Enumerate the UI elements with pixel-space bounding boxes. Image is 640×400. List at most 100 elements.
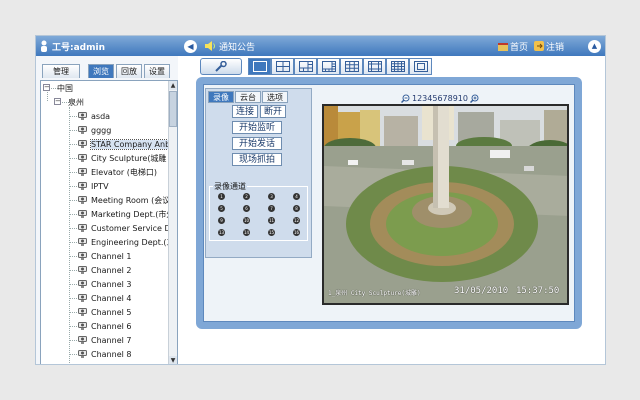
tree-item[interactable]: Channel 5: [78, 305, 131, 319]
collapse-top-button[interactable]: ▲: [588, 39, 601, 53]
record-channel-label: 11: [268, 218, 275, 223]
record-channel-checkbox[interactable]: 4: [293, 193, 300, 200]
tree-item[interactable]: Engineering Dept.(工: [78, 235, 175, 249]
camera-icon: [78, 224, 87, 232]
collapse-left-button[interactable]: ◀: [184, 40, 197, 53]
scroll-down-arrow[interactable]: ▼: [169, 356, 177, 364]
tree-item-label: Elevator (电梯口): [91, 167, 157, 177]
layout-13-button[interactable]: [363, 58, 386, 75]
tab-ptz[interactable]: 云台: [235, 91, 261, 103]
record-channel-checkbox[interactable]: 16: [293, 229, 300, 236]
tree-item[interactable]: Customer Service De: [78, 221, 176, 235]
tools-button[interactable]: [200, 58, 242, 75]
tree-item[interactable]: Channel 1: [78, 249, 131, 263]
tree-item-label: Meeting Room (会议: [91, 195, 171, 205]
tree-item-label: Channel 8: [91, 349, 132, 359]
record-channel-checkbox[interactable]: 13: [218, 229, 225, 236]
record-channel-checkbox[interactable]: 7: [268, 205, 275, 212]
record-channel-checkbox[interactable]: 9: [218, 217, 225, 224]
record-channel-checkbox[interactable]: 15: [268, 229, 275, 236]
tree-node-label: 泉州: [68, 97, 84, 107]
tree-item-label: City Sculpture(城雕: [91, 153, 167, 163]
record-channel-checkbox[interactable]: 6: [243, 205, 250, 212]
camera-icon: [78, 168, 87, 176]
tree-item[interactable]: Meeting Room (会议: [78, 193, 170, 207]
fullscreen-button[interactable]: [409, 58, 432, 75]
tree-item[interactable]: asda: [78, 109, 110, 123]
record-channel-label: 1: [220, 194, 223, 199]
tree-node-root[interactable]: 中国: [57, 81, 73, 95]
tree-item[interactable]: Marketing Dept.(市外: [78, 207, 174, 221]
tree-item[interactable]: Elevator (电梯口): [78, 165, 157, 179]
capture-button[interactable]: 现场抓拍: [232, 153, 282, 166]
tree-item[interactable]: Channel 6: [78, 319, 131, 333]
tab-settings[interactable]: 设置: [144, 64, 170, 78]
tree-item[interactable]: City Sculpture(城雕: [78, 151, 166, 165]
zoom-out-icon[interactable]: [401, 94, 410, 103]
record-channel-label: 6: [245, 206, 248, 211]
camera-icon: [78, 196, 87, 204]
scroll-up-arrow[interactable]: ▲: [169, 81, 177, 90]
layout-16-button[interactable]: [386, 58, 409, 75]
record-channel-checkbox[interactable]: 11: [268, 217, 275, 224]
record-channels-group: 录像通道 1 2 3 4 5 6 7 8 9 10 11 12 13 14 15 16: [209, 181, 308, 241]
start-talk-button[interactable]: 开始发话: [232, 137, 282, 150]
left-panel: 管理 浏览 回放 设置 − 中国 − 泉州 asda gggg STAR Compa…: [36, 56, 178, 364]
tree-item[interactable]: Channel 8: [78, 347, 131, 361]
tree-item[interactable]: gggg: [78, 123, 111, 137]
camera-icon: [78, 336, 87, 344]
expand-root-toggle[interactable]: −: [43, 84, 50, 91]
tree-item[interactable]: IPTV: [78, 179, 109, 193]
zoom-in-icon[interactable]: [470, 94, 479, 103]
layout-13-icon: [367, 61, 382, 72]
connect-button[interactable]: 连接: [232, 105, 258, 118]
tab-manage[interactable]: 管理: [42, 64, 80, 78]
start-monitor-button[interactable]: 开始监听: [232, 121, 282, 134]
video-view[interactable]: 1_泉州 City Sculpture(城雕) 31/05/2010 15:37…: [322, 104, 569, 305]
disconnect-button[interactable]: 断开: [260, 105, 286, 118]
record-channel-checkbox[interactable]: 2: [243, 193, 250, 200]
layout-6-button[interactable]: [294, 58, 317, 75]
expand-city-toggle[interactable]: −: [54, 98, 61, 105]
record-channel-checkbox[interactable]: 12: [293, 217, 300, 224]
tree-item[interactable]: Channel 2: [78, 263, 131, 277]
record-channel-checkbox[interactable]: 5: [218, 205, 225, 212]
scroll-thumb[interactable]: [169, 91, 177, 127]
layout-9-icon: [344, 61, 359, 72]
layout-toolbar: [200, 58, 432, 76]
tab-playback[interactable]: 回放: [116, 64, 142, 78]
record-channel-checkbox[interactable]: 10: [243, 217, 250, 224]
tree-item[interactable]: Channel 4: [78, 291, 131, 305]
record-channel-checkbox[interactable]: 3: [268, 193, 275, 200]
logout-icon: [533, 41, 544, 51]
camera-icon: [78, 210, 87, 218]
tree-item-label: Channel 3: [91, 279, 132, 289]
record-channel-label: 12: [293, 218, 300, 223]
tree-scrollbar[interactable]: ▲ ▼: [168, 81, 177, 364]
camera-icon: [78, 350, 87, 358]
record-channel-label: 15: [268, 230, 275, 235]
layout-8-button[interactable]: [317, 58, 340, 75]
tab-browse[interactable]: 浏览: [88, 64, 114, 78]
home-link[interactable]: 首页: [497, 40, 528, 53]
tree-node-city[interactable]: 泉州: [68, 95, 84, 109]
layout-9-button[interactable]: [340, 58, 363, 75]
zoom-levels[interactable]: 12345678910: [412, 94, 468, 103]
video-osd: 1_泉州 City Sculpture(城雕) 31/05/2010 15:37…: [328, 286, 564, 298]
layout-4-icon: [275, 61, 290, 72]
tree-item[interactable]: STAR Company Anb: [78, 137, 172, 151]
record-channel-label: 13: [218, 230, 225, 235]
tree-item[interactable]: Channel 3: [78, 277, 131, 291]
tree-item[interactable]: Channel 7: [78, 333, 131, 347]
zoom-bar: 12345678910: [401, 92, 479, 104]
tab-options[interactable]: 选项: [262, 91, 288, 103]
record-channel-checkbox[interactable]: 1: [218, 193, 225, 200]
layout-1-button[interactable]: [248, 58, 271, 75]
logout-link[interactable]: 注销: [533, 40, 564, 53]
tab-record[interactable]: 录像: [208, 91, 234, 103]
top-bar: 工号:admin ◀ 通知公告 首页 注销 ▲: [36, 36, 605, 56]
notice-link[interactable]: 通知公告: [205, 36, 255, 56]
layout-4-button[interactable]: [271, 58, 294, 75]
record-channel-checkbox[interactable]: 8: [293, 205, 300, 212]
record-channel-checkbox[interactable]: 14: [243, 229, 250, 236]
